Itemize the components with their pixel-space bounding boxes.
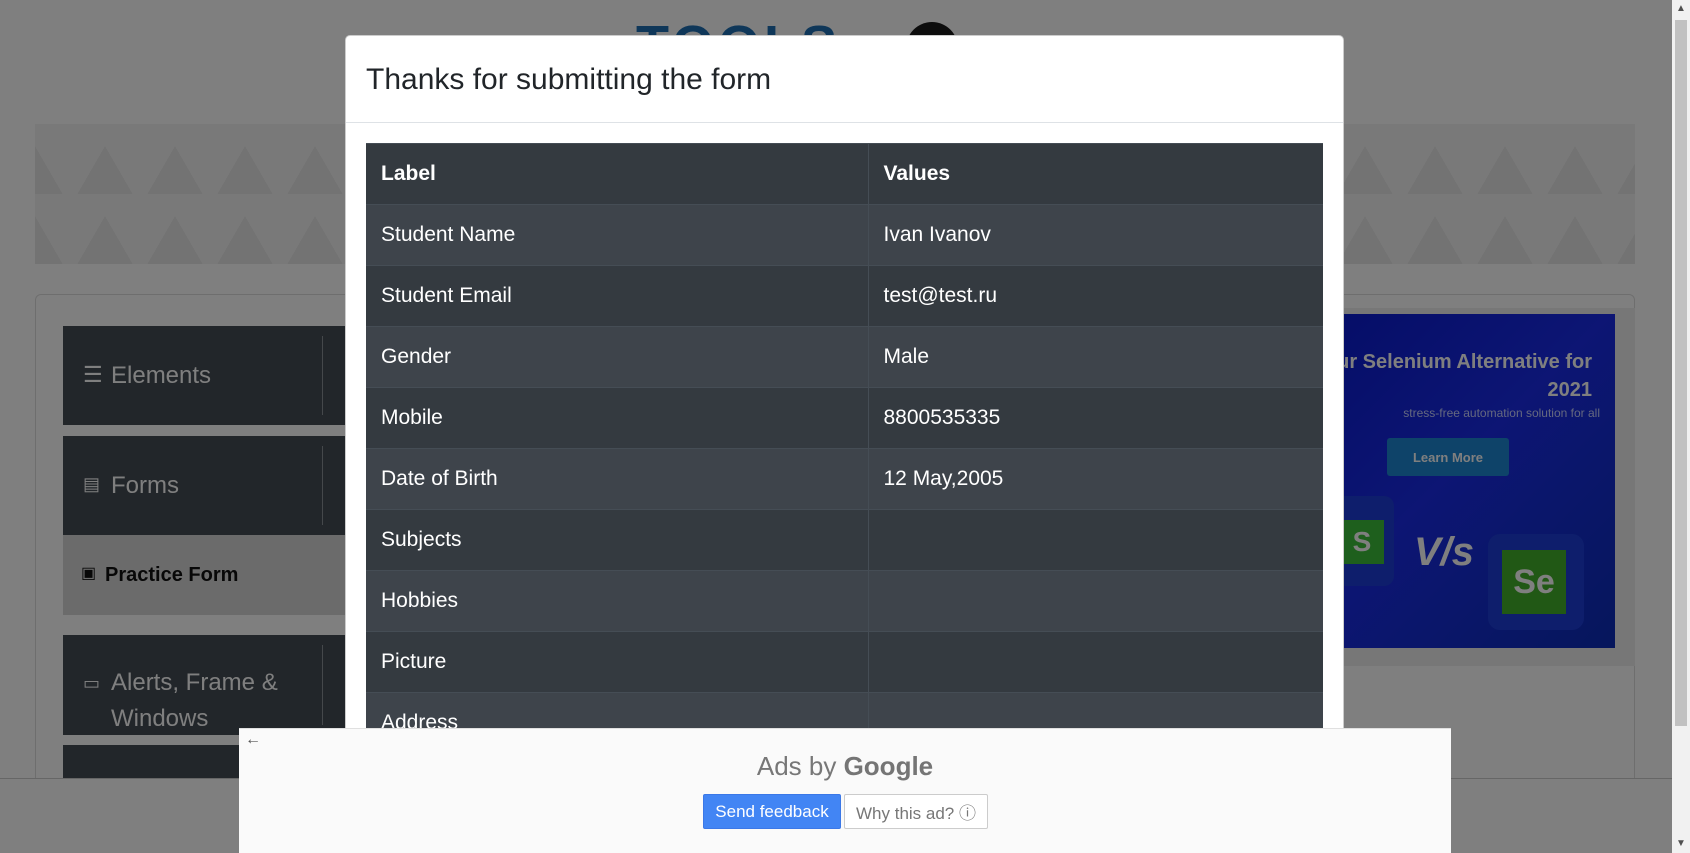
modal-title: Thanks for submitting the form xyxy=(366,63,772,96)
row-value: Ivan Ivanov xyxy=(868,204,1323,266)
send-feedback-button[interactable]: Send feedback xyxy=(703,794,841,829)
modal-header: Thanks for submitting the form xyxy=(346,36,1343,123)
table-row: Mobile 8800535335 xyxy=(366,387,1323,449)
table-row: Date of Birth 12 May,2005 xyxy=(366,448,1323,510)
table-row: Student Name Ivan Ivanov xyxy=(366,204,1323,266)
row-value: Male xyxy=(868,326,1323,388)
row-label: Student Email xyxy=(366,265,869,327)
back-arrow-icon[interactable]: ← xyxy=(245,731,261,749)
table-row: Gender Male xyxy=(366,326,1323,388)
row-value xyxy=(868,509,1323,571)
column-header-values: Values xyxy=(868,143,1323,205)
ads-by-text: Ads by xyxy=(756,751,844,781)
scrollbar-thumb[interactable] xyxy=(1675,20,1687,726)
row-label: Student Name xyxy=(366,204,869,266)
row-value xyxy=(868,631,1323,693)
row-value xyxy=(868,570,1323,632)
row-value: 8800535335 xyxy=(868,387,1323,449)
why-this-ad-button[interactable]: Why this ad? ⓘ xyxy=(844,794,988,829)
ads-by-google-label: Ads by Google xyxy=(239,751,1451,782)
row-label: Mobile xyxy=(366,387,869,449)
google-brand-text: Google xyxy=(843,751,934,781)
row-value: 12 May,2005 xyxy=(868,448,1323,510)
table-row: Subjects xyxy=(366,509,1323,571)
row-label: Date of Birth xyxy=(366,448,869,510)
table-row: Hobbies xyxy=(366,570,1323,632)
table-row: Student Email test@test.ru xyxy=(366,265,1323,327)
google-ad-bar: ← Ads by Google Send feedback Why this a… xyxy=(239,728,1451,853)
table-header-row: Label Values xyxy=(366,143,1323,205)
row-label: Picture xyxy=(366,631,869,693)
row-label: Hobbies xyxy=(366,570,869,632)
row-value: test@test.ru xyxy=(868,265,1323,327)
modal-body: Label Values Student Name Ivan Ivanov Stu… xyxy=(366,143,1323,754)
results-table: Label Values Student Name Ivan Ivanov Stu… xyxy=(366,143,1323,754)
scroll-down-arrow-icon[interactable]: ▼ xyxy=(1672,835,1690,853)
row-label: Subjects xyxy=(366,509,869,571)
table-row: Picture xyxy=(366,631,1323,693)
page-scrollbar[interactable]: ▲ ▼ xyxy=(1672,0,1690,853)
column-header-label: Label xyxy=(366,143,869,205)
scroll-up-arrow-icon[interactable]: ▲ xyxy=(1672,0,1690,18)
row-label: Gender xyxy=(366,326,869,388)
